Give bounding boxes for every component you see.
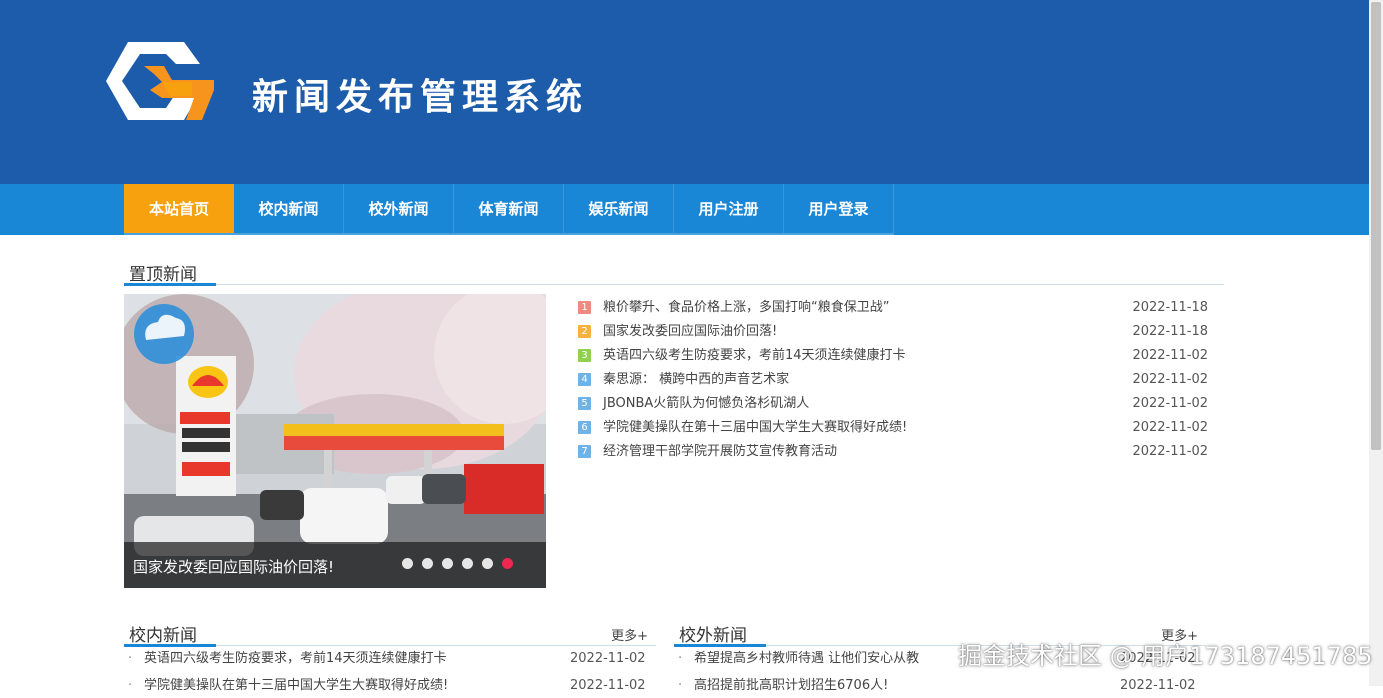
nav-entertainment-news[interactable]: 娱乐新闻 <box>564 184 674 235</box>
nav-home[interactable]: 本站首页 <box>124 184 234 235</box>
site-title: 新闻发布管理系统 <box>252 77 589 118</box>
news-title[interactable]: 学院健美操队在第十三届中国大学生大赛取得好成绩! <box>603 416 907 440</box>
nav-campus-news[interactable]: 校内新闻 <box>234 184 344 235</box>
news-title[interactable]: JBONBA火箭队为何憾负洛杉矶湖人 <box>603 392 809 416</box>
rank-badge: 3 <box>578 349 591 362</box>
main-nav: 本站首页 校内新闻 校外新闻 体育新闻 娱乐新闻 用户注册 用户登录 <box>0 184 1369 235</box>
nav-login[interactable]: 用户登录 <box>784 184 894 235</box>
bullet-icon: · <box>678 651 683 666</box>
nav-underline <box>124 233 894 235</box>
list-item[interactable]: 7 经济管理干部学院开展防艾宣传教育活动 2022-11-02 <box>576 440 1208 464</box>
news-date: 2022-11-02 <box>1132 372 1208 387</box>
news-title[interactable]: 粮价攀升、食品价格上涨，多国打响“粮食保卫战” <box>603 296 889 320</box>
news-date: 2022-11-18 <box>1132 324 1208 339</box>
news-date: 2022-11-02 <box>570 678 646 693</box>
news-title[interactable]: 英语四六级考生防疫要求，考前14天须连续健康打卡 <box>144 647 447 671</box>
slider-dots <box>402 558 522 569</box>
slider-caption[interactable]: 国家发改委回应国际油价回落! <box>133 556 334 577</box>
rank-badge: 6 <box>578 421 591 434</box>
campus-more-link[interactable]: 更多+ <box>611 625 648 644</box>
slider-dot-active[interactable] <box>502 558 513 569</box>
section-accent-bar <box>124 283 216 286</box>
news-date: 2022-11-02 <box>1132 420 1208 435</box>
pinned-section-title: 置顶新闻 <box>129 265 197 285</box>
page-scrollbar[interactable] <box>1369 0 1383 686</box>
list-item[interactable]: 3 英语四六级考生防疫要求，考前14天须连续健康打卡 2022-11-02 <box>576 344 1208 368</box>
news-title[interactable]: 秦思源： 横跨中西的声音艺术家 <box>603 368 789 392</box>
campus-section-header: 校内新闻 更多+ <box>124 607 656 647</box>
news-date: 2022-11-02 <box>1132 396 1208 411</box>
bullet-icon: · <box>128 651 133 666</box>
rank-badge: 7 <box>578 445 591 458</box>
news-date: 2022-11-02 <box>1132 444 1208 459</box>
watermark: 掘金技术社区 @ 用户173187451785 <box>958 642 1373 670</box>
news-title[interactable]: 希望提高乡村教师待遇 让他们安心从教 <box>694 647 919 671</box>
slider-dot[interactable] <box>442 558 453 569</box>
scrollbar-thumb[interactable] <box>1371 2 1381 450</box>
news-title[interactable]: 高招提前批高职计划招生6706人! <box>694 674 888 698</box>
list-item[interactable]: · 学院健美操队在第十三届中国大学生大赛取得好成绩! 2022-11-02 <box>128 674 646 698</box>
rank-badge: 4 <box>578 373 591 386</box>
list-item[interactable]: 6 学院健美操队在第十三届中国大学生大赛取得好成绩! 2022-11-02 <box>576 416 1208 440</box>
news-date: 2022-11-02 <box>1120 678 1196 693</box>
campus-section-title: 校内新闻 <box>129 626 197 646</box>
list-item[interactable]: · 英语四六级考生防疫要求，考前14天须连续健康打卡 2022-11-02 <box>128 647 646 671</box>
news-title[interactable]: 学院健美操队在第十三届中国大学生大赛取得好成绩! <box>144 674 448 698</box>
slider-caption-bar: 国家发改委回应国际油价回落! <box>124 542 546 588</box>
slider-dot[interactable] <box>482 558 493 569</box>
list-item[interactable]: · 高招提前批高职计划招生6706人! 2022-11-02 <box>678 674 1196 698</box>
rank-badge: 1 <box>578 301 591 314</box>
bullet-icon: · <box>678 678 683 693</box>
news-date: 2022-11-02 <box>1132 348 1208 363</box>
nav-sports-news[interactable]: 体育新闻 <box>454 184 564 235</box>
logo-icon <box>106 42 214 120</box>
list-item[interactable]: 1 粮价攀升、食品价格上涨，多国打响“粮食保卫战” 2022-11-18 <box>576 296 1208 320</box>
list-item[interactable]: 4 秦思源： 横跨中西的声音艺术家 2022-11-02 <box>576 368 1208 392</box>
bullet-icon: · <box>128 678 133 693</box>
news-title[interactable]: 国家发改委回应国际油价回落! <box>603 320 777 344</box>
rank-badge: 2 <box>578 325 591 338</box>
slider-dot[interactable] <box>402 558 413 569</box>
nav-register[interactable]: 用户注册 <box>674 184 784 235</box>
slider-dot[interactable] <box>462 558 473 569</box>
news-slider[interactable]: 国家发改委回应国际油价回落! <box>124 294 546 588</box>
news-title[interactable]: 英语四六级考生防疫要求，考前14天须连续健康打卡 <box>603 344 906 368</box>
pinned-news-list: 1 粮价攀升、食品价格上涨，多国打响“粮食保卫战” 2022-11-18 2 国… <box>576 296 1208 464</box>
slider-dot[interactable] <box>422 558 433 569</box>
news-date: 2022-11-18 <box>1132 300 1208 315</box>
news-title[interactable]: 经济管理干部学院开展防艾宣传教育活动 <box>603 440 837 464</box>
list-item[interactable]: 2 国家发改委回应国际油价回落! 2022-11-18 <box>576 320 1208 344</box>
site-header: 新闻发布管理系统 <box>0 0 1369 184</box>
pinned-section-header: 置顶新闻 <box>124 246 1224 286</box>
outside-section-title: 校外新闻 <box>679 626 747 646</box>
rank-badge: 5 <box>578 397 591 410</box>
list-item[interactable]: 5 JBONBA火箭队为何憾负洛杉矶湖人 2022-11-02 <box>576 392 1208 416</box>
nav-outside-news[interactable]: 校外新闻 <box>344 184 454 235</box>
news-date: 2022-11-02 <box>570 651 646 666</box>
